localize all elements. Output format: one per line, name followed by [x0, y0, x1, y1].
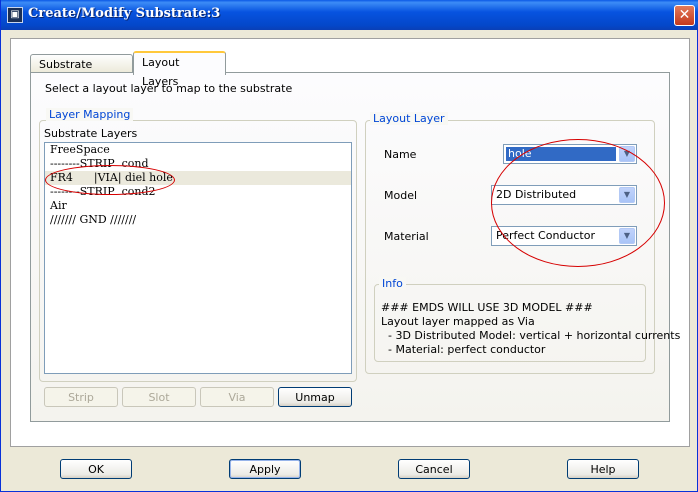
close-icon[interactable]: ✕: [674, 5, 695, 26]
model-select-value: 2D Distributed: [496, 188, 577, 201]
list-item[interactable]: Air: [45, 199, 351, 213]
layout-layer-legend: Layout Layer: [370, 112, 448, 125]
via-button[interactable]: Via: [200, 387, 274, 407]
info-line: - Material: perfect conductor: [381, 343, 546, 356]
chevron-down-icon[interactable]: ▼: [619, 146, 635, 162]
material-select-value: Perfect Conductor: [496, 229, 595, 242]
dialog-window: ▣ Create/Modify Substrate:3 ✕ Substrate …: [0, 0, 698, 492]
ok-button[interactable]: OK: [60, 459, 132, 479]
list-item[interactable]: --------STRIP cond2: [45, 185, 351, 199]
unmap-button[interactable]: Unmap: [278, 387, 352, 407]
list-item-selected[interactable]: FR4 |VIA| diel hole: [45, 171, 351, 185]
material-label: Material: [384, 230, 429, 243]
title-bar[interactable]: ▣ Create/Modify Substrate:3 ✕: [1, 0, 698, 30]
app-icon: ▣: [7, 7, 23, 23]
chevron-down-icon[interactable]: ▼: [619, 228, 635, 244]
substrate-layers-list[interactable]: FreeSpace --------STRIP cond FR4 |VIA| d…: [44, 142, 352, 374]
help-button[interactable]: Help: [567, 459, 639, 479]
info-text: ### EMDS WILL USE 3D MODEL ### Layout lay…: [381, 301, 680, 357]
name-select-value: hole: [506, 147, 616, 161]
name-select[interactable]: hole ▼: [503, 144, 637, 164]
substrate-layers-label: Substrate Layers: [44, 127, 138, 140]
window-title: Create/Modify Substrate:3: [28, 6, 221, 21]
footer-separator: [10, 447, 690, 449]
tab-substrate-layers[interactable]: Substrate Layers: [30, 54, 133, 90]
list-item[interactable]: /////// GND ///////: [45, 213, 351, 227]
list-item[interactable]: FreeSpace: [45, 143, 351, 157]
model-select[interactable]: 2D Distributed ▼: [491, 185, 637, 205]
model-label: Model: [384, 189, 418, 202]
material-select[interactable]: Perfect Conductor ▼: [491, 226, 637, 246]
info-legend: Info: [379, 277, 406, 290]
tab-layout-layers[interactable]: Layout Layers: [133, 51, 226, 88]
slot-button[interactable]: Slot: [122, 387, 196, 407]
info-line: ### EMDS WILL USE 3D MODEL ###: [381, 301, 593, 314]
chevron-down-icon[interactable]: ▼: [619, 187, 635, 203]
layer-mapping-legend: Layer Mapping: [46, 108, 134, 121]
apply-button[interactable]: Apply: [229, 459, 301, 479]
info-line: - 3D Distributed Model: vertical + horiz…: [381, 329, 681, 342]
name-label: Name: [384, 148, 417, 161]
strip-button[interactable]: Strip: [44, 387, 118, 407]
info-line: Layout layer mapped as Via: [381, 315, 535, 328]
list-item[interactable]: --------STRIP cond: [45, 157, 351, 171]
cancel-button[interactable]: Cancel: [398, 459, 470, 479]
